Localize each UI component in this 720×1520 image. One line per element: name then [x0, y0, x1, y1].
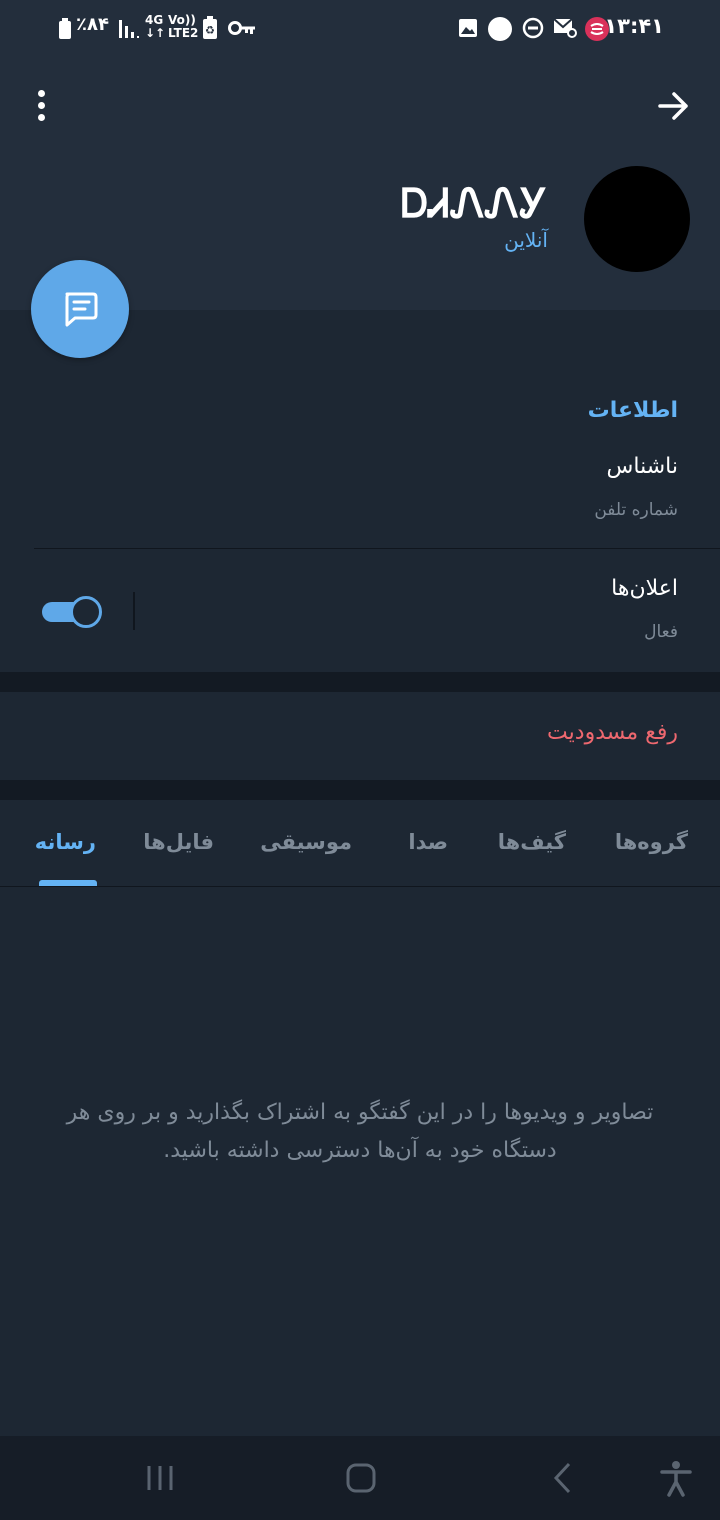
lte-label: LTE2	[168, 26, 199, 40]
image-notification-icon	[459, 19, 477, 37]
dot	[38, 90, 45, 97]
status-time: ۱۳:۴۱	[604, 14, 664, 38]
tab-music[interactable]: موسیقی	[260, 830, 352, 854]
svg-text:♻: ♻	[205, 24, 215, 37]
vertical-divider	[133, 592, 135, 630]
signal-icon	[119, 20, 139, 38]
back-nav-icon[interactable]	[543, 1458, 583, 1498]
battery-icon	[59, 18, 71, 39]
info-section: اطلاعات ناشناس شماره تلفن اعلان‌ها فعال	[0, 312, 720, 672]
battery-saver-icon: ♻	[203, 16, 217, 39]
tab-media[interactable]: رسانه	[35, 830, 96, 854]
accessibility-icon[interactable]	[656, 1458, 696, 1498]
tab-files[interactable]: فایل‌ها	[143, 830, 214, 854]
network-type: 4G ↓↑	[145, 13, 166, 40]
battery-percent: ٪۸۴	[76, 14, 109, 35]
profile-name: ᎠᏗᏁᏁᎩ	[400, 180, 548, 227]
more-options-button[interactable]	[30, 90, 54, 126]
status-bar: ٪۸۴ 4G ↓↑ Vo)) LTE2 ♻ ۱۳:۴۱	[0, 0, 720, 56]
home-icon[interactable]	[341, 1458, 381, 1498]
network-4g: 4G	[145, 13, 164, 27]
do-not-disturb-icon	[522, 17, 544, 39]
dot	[38, 114, 45, 121]
tab-groups[interactable]: گروه‌ها	[615, 830, 688, 854]
dot	[38, 102, 45, 109]
section-separator	[0, 672, 720, 692]
active-tab-indicator	[39, 880, 97, 886]
unblock-button[interactable]: رفع مسدودیت	[0, 692, 720, 780]
mail-settings-icon	[553, 18, 577, 38]
section-separator	[0, 780, 720, 800]
recent-apps-icon[interactable]	[140, 1458, 180, 1498]
online-status: آنلاین	[504, 228, 548, 252]
unblock-label: رفع مسدودیت	[547, 720, 678, 745]
system-nav-bar	[0, 1436, 720, 1520]
volte-label: Vo))	[168, 13, 196, 27]
notifications-value: فعال	[644, 622, 678, 642]
volte-indicator: Vo)) LTE2	[168, 14, 198, 40]
phone-value[interactable]: ناشناس	[607, 454, 678, 479]
notifications-toggle[interactable]	[42, 596, 102, 628]
empty-state-text: تصاویر و ویدیوها را در این گفتگو به اشتر…	[66, 1100, 654, 1163]
message-icon	[65, 292, 98, 327]
vpn-key-icon	[228, 21, 255, 35]
tab-voice[interactable]: صدا	[408, 830, 448, 854]
divider	[34, 548, 720, 549]
toggle-knob	[70, 596, 102, 628]
message-button[interactable]	[31, 260, 129, 358]
circle-notification-icon	[488, 17, 512, 41]
phone-label: شماره تلفن	[594, 500, 678, 520]
back-arrow-icon[interactable]	[654, 86, 694, 126]
tab-gifs[interactable]: گیف‌ها	[498, 830, 566, 854]
info-section-title: اطلاعات	[587, 398, 678, 423]
notifications-title[interactable]: اعلان‌ها	[611, 576, 678, 601]
media-tabs: گروه‌ها گیف‌ها صدا موسیقی فایل‌ها رسانه	[0, 800, 720, 887]
avatar[interactable]	[584, 166, 690, 272]
